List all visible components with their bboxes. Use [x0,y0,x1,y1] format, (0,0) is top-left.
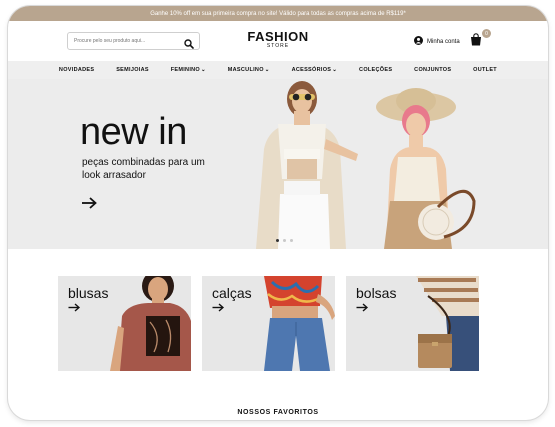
nav-item-acessorios[interactable]: ACESSÓRIOS ⌄ [292,67,338,73]
category-label: blusas [68,285,109,301]
carousel-dot[interactable] [283,239,286,242]
carousel-dots [276,239,293,242]
category-card-blusas[interactable]: blusas [58,276,191,371]
nav-label: NOVIDADES [58,67,95,73]
main-nav: NOVIDADES SEMIJOIAS FEMININO ⌄ MASCULINO ⌄… [8,61,548,79]
nav-label: SEMIJOIAS [116,67,149,73]
hero-banner[interactable]: new in peças combinadas para um look arr… [8,79,548,249]
cart-button[interactable]: 0 [470,29,491,50]
nav-label: OUTLET [473,67,497,73]
nav-label: CONJUNTOS [414,67,452,73]
category-label: calças [212,285,252,301]
account-label: Minha conta [427,38,460,45]
category-card-calcas[interactable]: calças [202,276,335,371]
hero-title: new in [80,111,187,153]
category-label: bolsas [356,285,397,301]
site-header: FASHION STORE Minha conta 0 [8,21,548,61]
nav-item-colecoes[interactable]: COLEÇÕES [359,67,392,73]
category-grid: blusas calças bolsas [58,276,479,371]
category-card-bolsas[interactable]: bolsas [346,276,479,371]
nav-item-outlet[interactable]: OUTLET [473,67,497,73]
arrow-right-icon [212,303,224,312]
search-input[interactable] [74,38,182,44]
chevron-down-icon: ⌄ [201,67,206,73]
hero-models-image [256,81,476,249]
shopping-bag-icon [470,33,482,50]
arrow-right-icon [68,303,80,312]
nav-item-novidades[interactable]: NOVIDADES [59,67,94,73]
nav-item-semijoias[interactable]: SEMIJOIAS [116,67,149,73]
promo-text: Ganhe 10% off em sua primeira compra no … [150,10,406,17]
logo-main-text: FASHION [247,29,309,44]
search-box[interactable] [67,32,200,50]
nav-item-feminino[interactable]: FEMININO ⌄ [171,67,206,73]
nav-label: MASCULINO [227,67,264,73]
account-link[interactable]: Minha conta [414,36,460,47]
nav-label: ACESSÓRIOS [291,67,332,73]
arrow-right-icon [82,197,97,209]
nav-item-masculino[interactable]: MASCULINO ⌄ [228,67,270,73]
chevron-down-icon: ⌄ [264,67,270,73]
hero-arrow-button[interactable] [81,196,97,214]
cart-count-badge: 0 [482,29,491,38]
arrow-right-icon [356,303,368,312]
logo-sub-text: STORE [266,43,290,49]
section-title: NOSSOS FAVORITOS [237,409,319,416]
nav-label: FEMININO [170,67,200,73]
user-icon [414,36,423,47]
promo-banner: Ganhe 10% off em sua primeira compra no … [8,6,548,21]
hero-subtitle: peças combinadas para um look arrasador [82,157,205,181]
carousel-dot[interactable] [276,239,279,242]
nav-label: COLEÇÕES [359,67,393,73]
chevron-down-icon: ⌄ [332,67,338,73]
nav-item-conjuntos[interactable]: CONJUNTOS [414,67,451,73]
carousel-dot[interactable] [290,239,293,242]
search-icon[interactable] [184,36,194,54]
store-logo[interactable]: FASHION STORE [238,30,318,49]
